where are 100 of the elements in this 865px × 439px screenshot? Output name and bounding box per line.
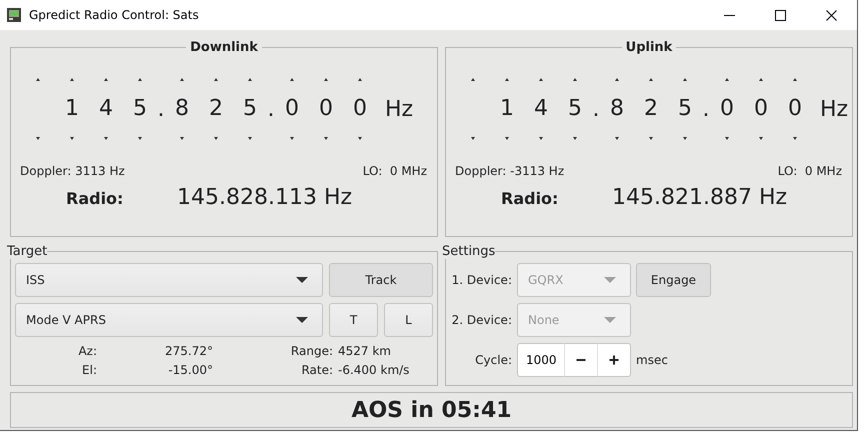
caret-down-icon[interactable] bbox=[471, 137, 475, 140]
caret-down-icon[interactable] bbox=[290, 137, 294, 140]
digit-separator: . bbox=[158, 96, 164, 122]
doppler-readout: Doppler: 3113 Hz bbox=[20, 164, 125, 178]
frequency-digit: 5 bbox=[243, 96, 257, 122]
engage-button[interactable]: Engage bbox=[636, 263, 711, 297]
caret-up-icon[interactable] bbox=[539, 78, 543, 81]
frequency-digit: 1 bbox=[500, 96, 514, 122]
caret-down-icon[interactable] bbox=[759, 137, 763, 140]
caret-down-icon[interactable] bbox=[683, 137, 687, 140]
digit-separator: . bbox=[268, 96, 274, 122]
caret-down-icon[interactable] bbox=[104, 137, 108, 140]
frequency-digit: 1 bbox=[65, 96, 79, 122]
lo-readout: LO: 0 MHz bbox=[362, 164, 427, 178]
caret-down-icon[interactable] bbox=[505, 137, 509, 140]
radio-label: Radio: bbox=[501, 189, 560, 208]
caret-up-icon[interactable] bbox=[138, 78, 142, 81]
caret-up-icon[interactable] bbox=[248, 78, 252, 81]
caret-up-icon[interactable] bbox=[649, 78, 653, 81]
frequency-digit: 2 bbox=[644, 96, 658, 122]
caret-up-icon[interactable] bbox=[615, 78, 619, 81]
dropdown-arrow-icon bbox=[296, 277, 308, 283]
panel-title: Settings bbox=[442, 244, 496, 259]
frequency-digit: 0 bbox=[754, 96, 768, 122]
caret-up-icon[interactable] bbox=[759, 78, 763, 81]
frequency-digit: 0 bbox=[353, 96, 367, 122]
frequency-digit: 5 bbox=[678, 96, 692, 122]
frequency-digit: 0 bbox=[285, 96, 299, 122]
caret-down-icon[interactable] bbox=[539, 137, 543, 140]
caret-down-icon[interactable] bbox=[725, 137, 729, 140]
readout-label: Range: bbox=[290, 344, 333, 358]
close-icon[interactable] bbox=[826, 10, 837, 20]
caret-up-icon[interactable] bbox=[683, 78, 687, 81]
track-button[interactable]: Track bbox=[329, 263, 433, 297]
window-title: Gpredict Radio Control: Sats bbox=[29, 8, 200, 22]
device-label: 2. Device: bbox=[450, 313, 512, 327]
caret-up-icon[interactable] bbox=[70, 78, 74, 81]
caret-down-icon[interactable] bbox=[214, 137, 218, 140]
digit-separator: . bbox=[702, 96, 710, 122]
radio-label: Radio: bbox=[66, 189, 124, 208]
decrement-button[interactable]: − bbox=[565, 343, 598, 377]
digit-separator: . bbox=[592, 96, 600, 122]
caret-down-icon[interactable] bbox=[358, 137, 362, 140]
panel-title: Target bbox=[7, 244, 48, 259]
caret-down-icon[interactable] bbox=[180, 137, 184, 140]
caret-down-icon[interactable] bbox=[248, 137, 252, 140]
app-icon bbox=[6, 7, 22, 23]
mode-button[interactable]: T bbox=[329, 303, 378, 337]
readout-value: 4527 km bbox=[337, 344, 392, 358]
maximize-icon[interactable] bbox=[775, 10, 786, 20]
dropdown-arrow-icon bbox=[296, 317, 308, 323]
frequency-digit: 5 bbox=[133, 96, 147, 122]
caret-down-icon[interactable] bbox=[70, 137, 74, 140]
caret-up-icon[interactable] bbox=[471, 78, 475, 81]
doppler-readout: Doppler: -3113 Hz bbox=[455, 164, 564, 178]
readout-value: -15.00° bbox=[167, 363, 213, 377]
frequency-digit: 0 bbox=[720, 96, 734, 122]
caret-up-icon[interactable] bbox=[36, 78, 40, 81]
caret-up-icon[interactable] bbox=[358, 78, 362, 81]
frequency-unit: Hz bbox=[385, 96, 414, 122]
lo-readout: LO: 0 MHz bbox=[778, 164, 842, 178]
caret-up-icon[interactable] bbox=[214, 78, 218, 81]
cycle-unit: msec bbox=[636, 353, 669, 367]
caret-down-icon[interactable] bbox=[573, 137, 577, 140]
increment-button[interactable]: + bbox=[598, 343, 631, 377]
panel-title: Uplink bbox=[624, 40, 674, 55]
frequency-digit: 0 bbox=[788, 96, 802, 122]
frequency-digit: 8 bbox=[610, 96, 624, 122]
caret-up-icon[interactable] bbox=[104, 78, 108, 81]
aos-countdown: AOS in 05:41 bbox=[351, 398, 512, 422]
dropdown-arrow-icon bbox=[604, 277, 616, 283]
frequency-digit: 8 bbox=[175, 96, 189, 122]
caret-up-icon[interactable] bbox=[725, 78, 729, 81]
transponder-dropdown[interactable]: Mode V APRS bbox=[15, 303, 323, 337]
readout-label: Rate: bbox=[300, 363, 333, 377]
device-label: 1. Device: bbox=[450, 273, 512, 287]
caret-up-icon[interactable] bbox=[793, 78, 797, 81]
frequency-digit: 2 bbox=[209, 96, 223, 122]
caret-down-icon[interactable] bbox=[324, 137, 328, 140]
caret-up-icon[interactable] bbox=[180, 78, 184, 81]
frequency-unit: Hz bbox=[820, 96, 848, 122]
caret-up-icon[interactable] bbox=[290, 78, 294, 81]
caret-up-icon[interactable] bbox=[505, 78, 509, 81]
mode-button[interactable]: L bbox=[384, 303, 433, 337]
caret-down-icon[interactable] bbox=[615, 137, 619, 140]
caret-down-icon[interactable] bbox=[649, 137, 653, 140]
caret-down-icon[interactable] bbox=[138, 137, 142, 140]
caret-up-icon[interactable] bbox=[573, 78, 577, 81]
satellite-dropdown[interactable]: ISS bbox=[15, 263, 323, 297]
readout-label: El: bbox=[81, 363, 97, 377]
caret-up-icon[interactable] bbox=[324, 78, 328, 81]
caret-down-icon[interactable] bbox=[36, 137, 40, 140]
cycle-label: Cycle: bbox=[474, 353, 512, 367]
readout-value: 275.72° bbox=[164, 344, 213, 358]
cycle-input[interactable]: 1000 bbox=[517, 343, 565, 377]
panel-title: Downlink bbox=[189, 40, 259, 55]
frequency-digit: 0 bbox=[319, 96, 333, 122]
radio-frequency: 145.821.887 Hz bbox=[612, 185, 788, 210]
readout-label: Az: bbox=[77, 344, 97, 358]
caret-down-icon[interactable] bbox=[793, 137, 797, 140]
